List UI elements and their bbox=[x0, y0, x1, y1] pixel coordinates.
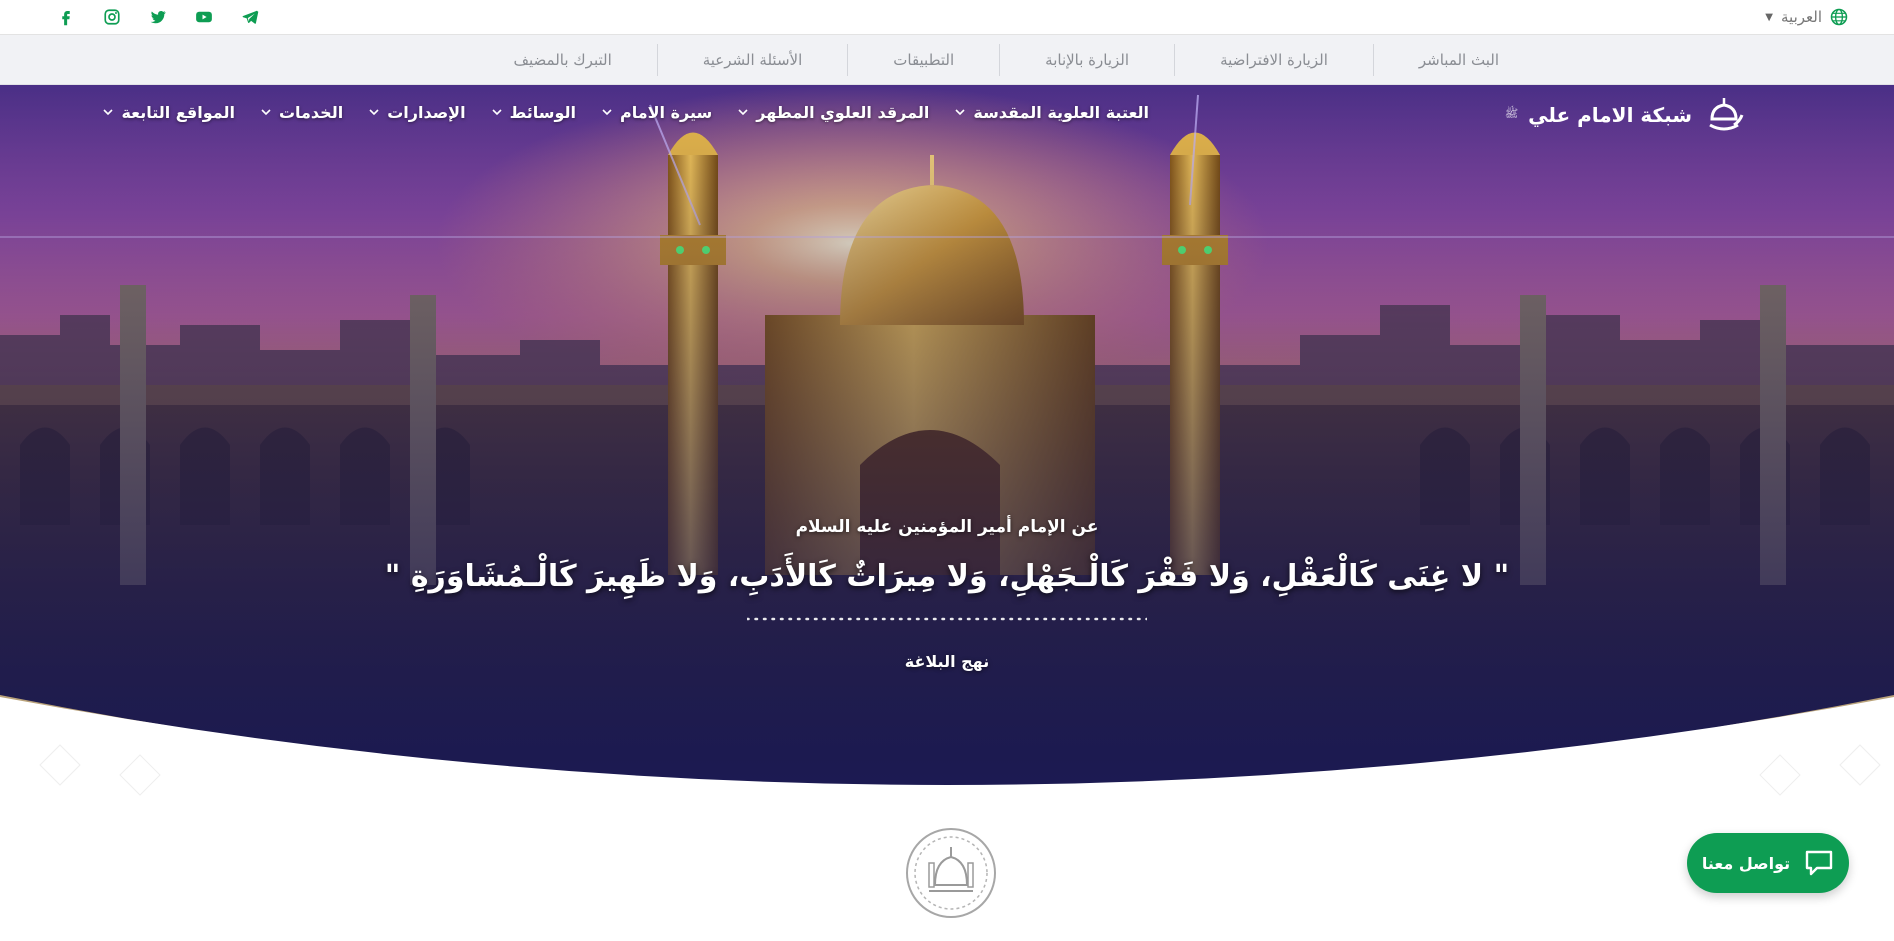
subnav-religious-questions[interactable]: الأسئلة الشرعية bbox=[656, 44, 848, 76]
social-links bbox=[56, 6, 260, 28]
top-bar: العربية ▼ bbox=[0, 0, 1894, 35]
caret-down-icon: ▼ bbox=[1765, 11, 1773, 23]
globe-icon bbox=[1830, 8, 1848, 26]
language-label: العربية bbox=[1781, 8, 1822, 26]
hero-banner: شبكة الامام علي ﷺ العتبة العلوية المقدسة… bbox=[0, 85, 1894, 805]
subnav-proxy-visit[interactable]: الزيارة بالإنابة bbox=[999, 44, 1174, 76]
twitter-icon[interactable] bbox=[148, 7, 168, 27]
subnav-live-broadcast[interactable]: البث المباشر bbox=[1372, 44, 1544, 76]
youtube-icon[interactable] bbox=[194, 7, 214, 27]
secondary-nav: البث المباشر الزيارة الافتراضية الزيارة … bbox=[0, 35, 1894, 85]
secondary-nav-list: البث المباشر الزيارة الافتراضية الزيارة … bbox=[468, 35, 1544, 85]
contact-us-label: تواصل معنا bbox=[1701, 853, 1791, 873]
chat-bubble-icon bbox=[1805, 850, 1833, 876]
contact-us-button[interactable]: تواصل معنا bbox=[1687, 833, 1849, 893]
subnav-applications[interactable]: التطبيقات bbox=[847, 44, 999, 76]
shrine-emblem-icon bbox=[906, 828, 996, 918]
facebook-icon[interactable] bbox=[56, 7, 76, 27]
subnav-blessing-guesthouse[interactable]: التبرك بالمضيف bbox=[468, 44, 656, 76]
subnav-virtual-visit[interactable]: الزيارة الافتراضية bbox=[1174, 44, 1373, 76]
telegram-icon[interactable] bbox=[240, 7, 260, 27]
hero-bottom-curve bbox=[0, 695, 1894, 805]
instagram-icon[interactable] bbox=[102, 7, 122, 27]
language-selector[interactable]: العربية ▼ bbox=[1765, 6, 1848, 28]
